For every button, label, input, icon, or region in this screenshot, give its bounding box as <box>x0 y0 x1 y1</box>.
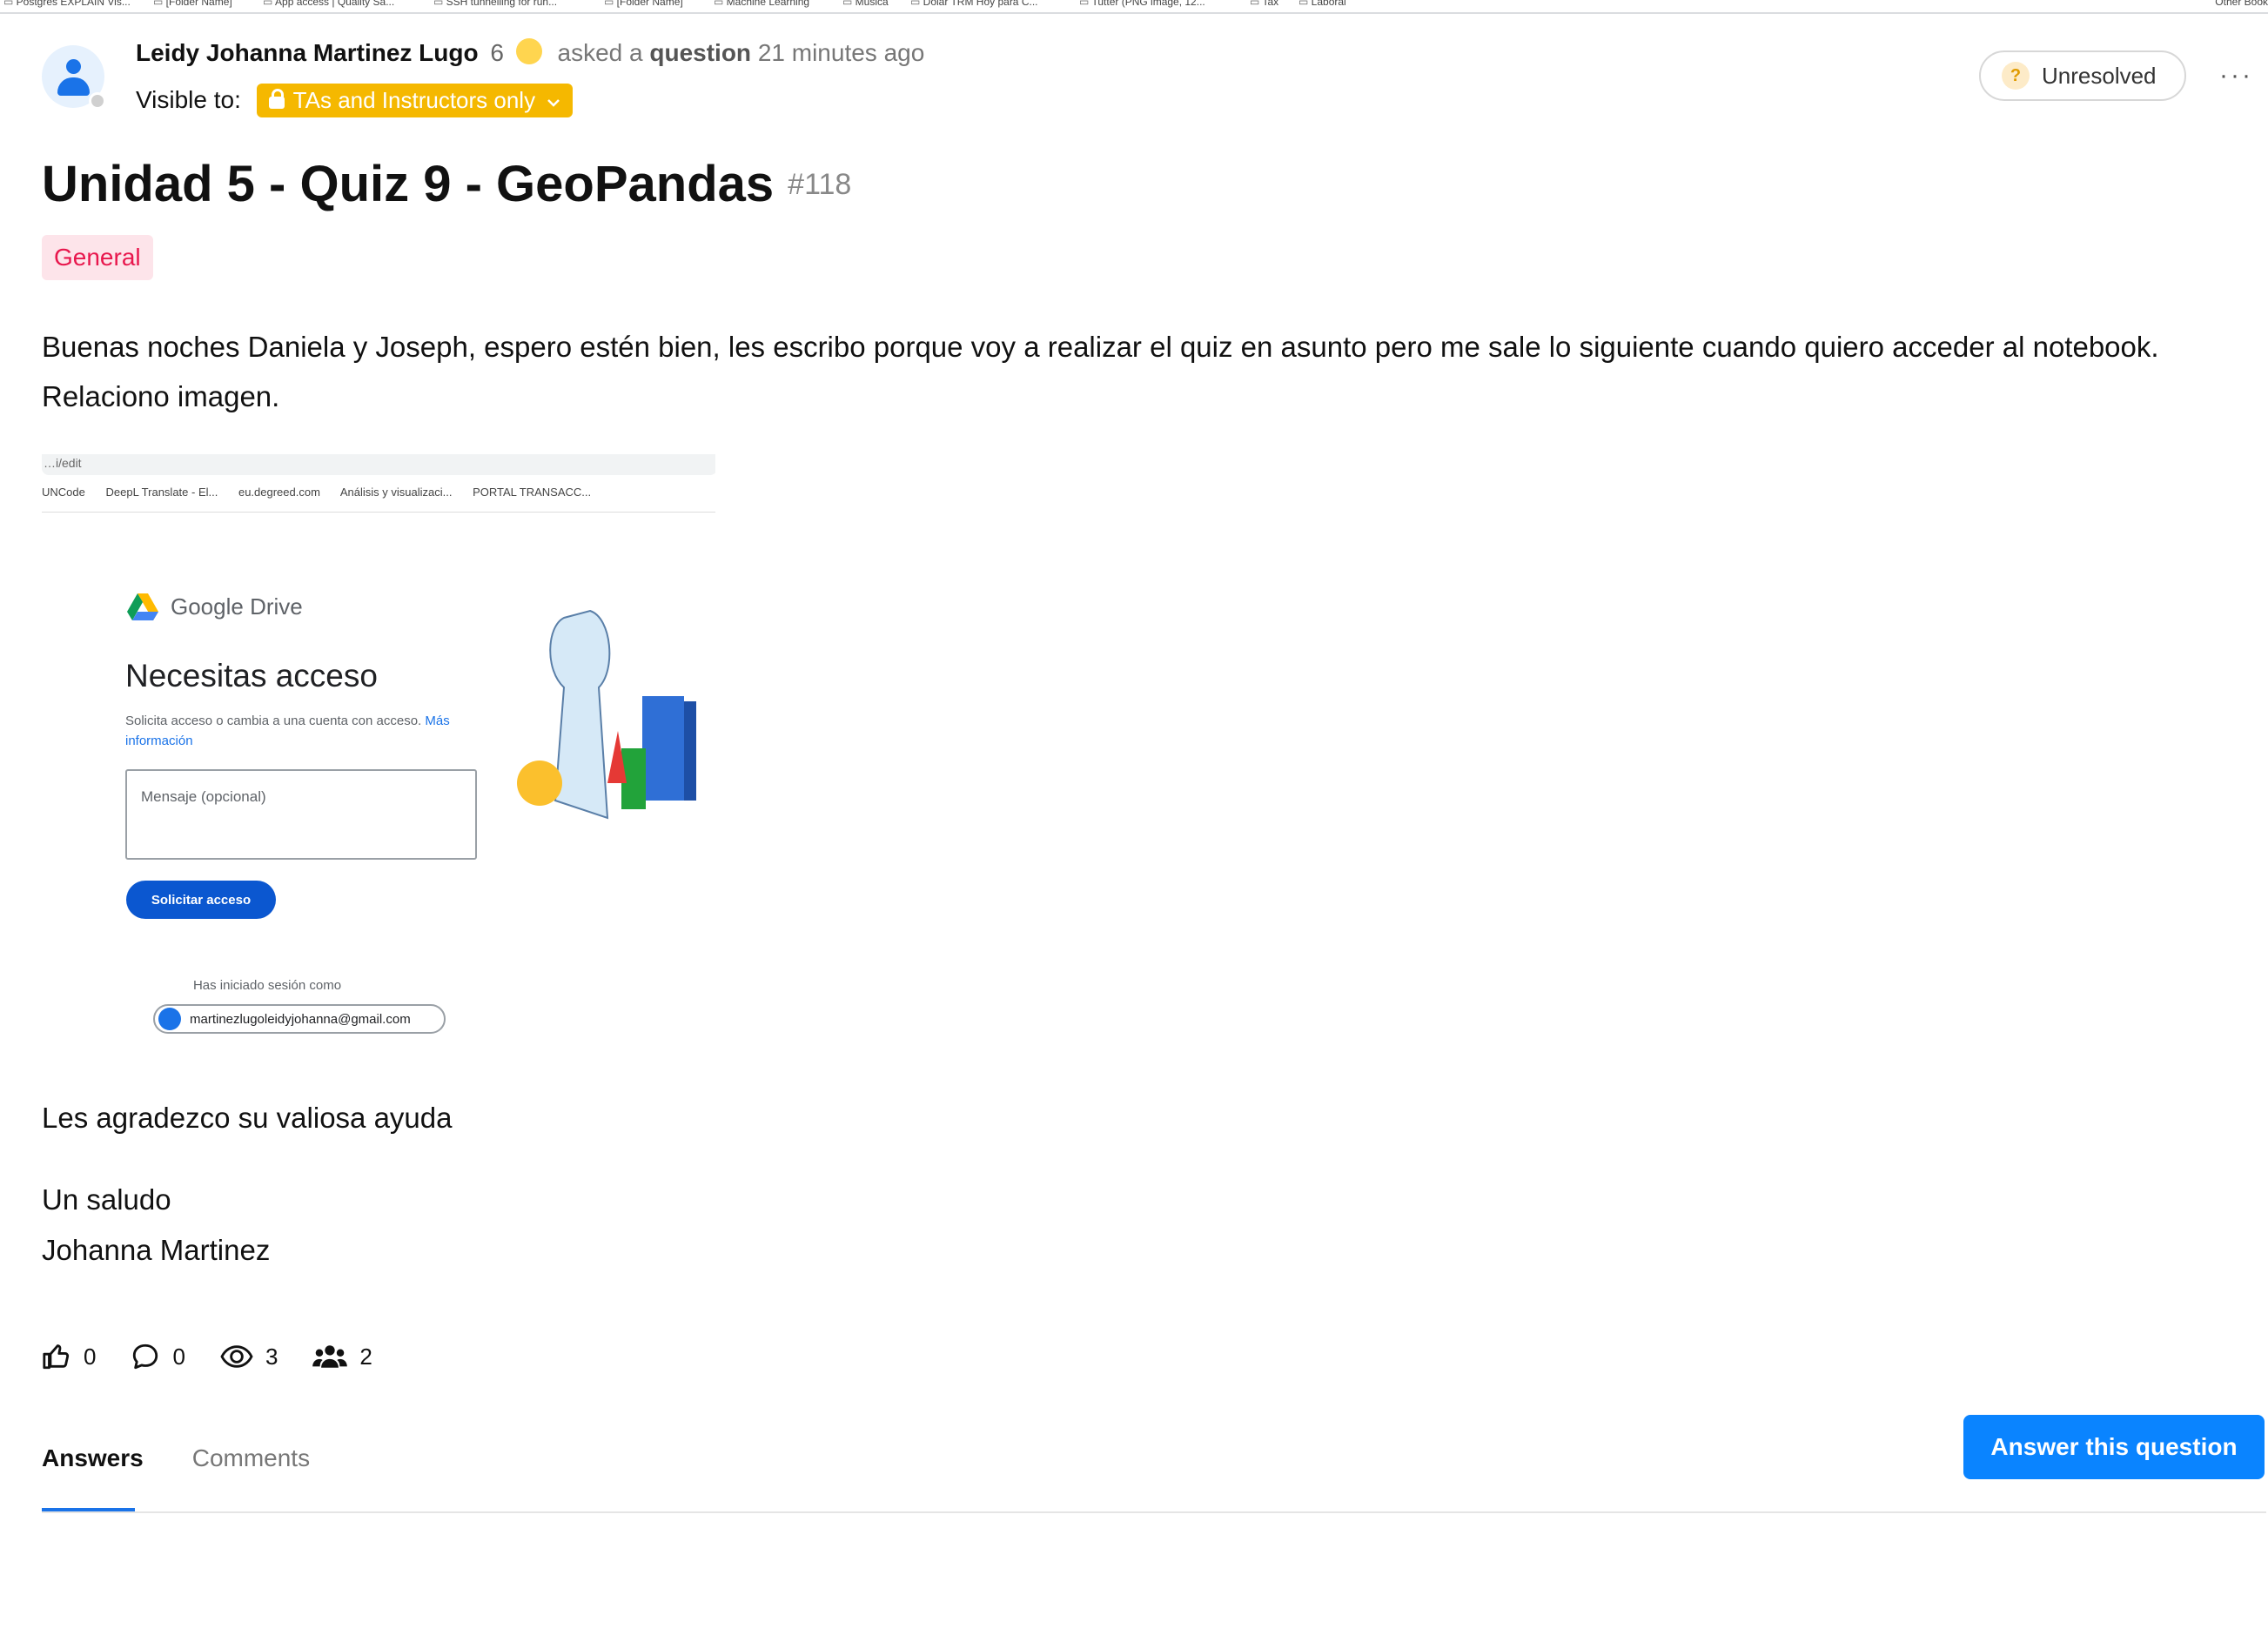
tabs-divider <box>42 1511 2266 1513</box>
post-number: #118 <box>788 168 852 201</box>
post-title: Unidad 5 - Quiz 9 - GeoPandas <box>42 156 775 212</box>
post-time: 21 minutes ago <box>757 39 925 66</box>
more-options-icon[interactable]: ··· <box>2219 61 2253 90</box>
bookmark-item[interactable]: Dolar TRM Hoy para C... <box>910 0 1038 8</box>
bookmark-item[interactable]: Laboral <box>1298 0 1346 8</box>
post-body-paragraph: Buenas noches Daniela y Joseph, espero e… <box>42 331 2159 412</box>
comment-bubble-icon <box>133 1344 158 1370</box>
other-bookmarks[interactable]: Other Book <box>2215 0 2268 8</box>
status-button[interactable]: ? Unresolved <box>1979 50 2186 101</box>
category-tag[interactable]: General <box>42 235 153 280</box>
comment-count: 0 <box>172 1343 185 1370</box>
bookmark-item[interactable]: Tax <box>1250 0 1278 8</box>
message-field: Mensaje (opcional) <box>125 769 477 860</box>
embedded-image[interactable]: …i/edit UNCode DeepL Translate - El... e… <box>42 452 715 1044</box>
avatar[interactable] <box>42 45 106 110</box>
request-access-button: Solicitar acceso <box>126 881 276 919</box>
visibility-label: Visible to: <box>136 86 241 113</box>
presence-indicator <box>89 92 106 110</box>
embedded-bookmarks: UNCode DeepL Translate - El... eu.degree… <box>42 486 715 513</box>
access-heading: Necesitas acceso <box>125 658 378 694</box>
embedded-bookmark: UNCode <box>42 486 85 499</box>
bookmark-item[interactable]: [Folder Name] <box>604 0 683 8</box>
user-icon <box>66 59 81 74</box>
google-drive-icon <box>127 593 158 620</box>
like-stat[interactable]: 0 <box>42 1342 96 1371</box>
comment-stat[interactable]: 0 <box>131 1342 185 1371</box>
account-icon <box>158 1008 181 1030</box>
eye-icon <box>220 1345 253 1368</box>
bookmark-item[interactable]: Postgres EXPLAIN Vis... <box>3 0 131 8</box>
signed-in-label: Has iniciado sesión como <box>192 978 342 993</box>
question-word: question <box>649 39 752 66</box>
chick-badge-icon <box>515 38 542 64</box>
drive-brand: Google Drive <box>171 593 303 620</box>
tab-comments[interactable]: Comments <box>192 1444 310 1472</box>
keyhole-illustration <box>517 609 696 820</box>
visibility-row: Visible to: TAs and Instructors only <box>136 84 574 117</box>
access-subtitle: Solicita acceso o cambia a una cuenta co… <box>125 714 450 748</box>
bookmarks-bar: Postgres EXPLAIN Vis... [Folder Name] Ap… <box>0 0 2268 14</box>
post-stats: 0 0 3 2 <box>42 1342 407 1371</box>
account-chip: martinezlugoleidyjohanna@gmail.com <box>153 1004 446 1034</box>
view-count: 3 <box>265 1343 278 1370</box>
post-body-paragraph: Les agradezco su valiosa ayuda <box>42 1102 453 1134</box>
people-icon <box>312 1345 348 1368</box>
author-name[interactable]: Leidy Johanna Martinez Lugo <box>136 39 479 66</box>
post-meta: Leidy Johanna Martinez Lugo 6 asked a qu… <box>136 38 924 67</box>
author-karma: 6 <box>490 39 504 66</box>
visibility-value: TAs and Instructors only <box>292 87 536 113</box>
bookmark-item[interactable]: SSH tunnelling for run... <box>433 0 557 8</box>
view-stat: 3 <box>220 1342 278 1371</box>
bookmark-item[interactable]: Musica <box>842 0 889 8</box>
embedded-url-bar: …i/edit <box>42 454 715 475</box>
bookmark-item[interactable]: App access | Quality Sa... <box>263 0 394 8</box>
visibility-dropdown[interactable]: TAs and Instructors only <box>256 84 574 117</box>
embedded-bookmark: Análisis y visualizaci... <box>339 486 453 499</box>
post-body-paragraph: Johanna Martinez <box>42 1234 271 1266</box>
thumbs-up-icon <box>43 1344 70 1370</box>
embedded-bookmark: PORTAL TRANSACC... <box>473 486 592 499</box>
question-mark-icon: ? <box>2002 62 2030 90</box>
tab-answers[interactable]: Answers <box>42 1444 144 1472</box>
bookmark-item[interactable]: Tutter (PNG image, 12... <box>1079 0 1204 8</box>
asked-text: asked a <box>557 39 643 66</box>
page-title: Unidad 5 - Quiz 9 - GeoPandas #118 <box>42 155 851 213</box>
embedded-bookmark: DeepL Translate - El... <box>105 486 218 499</box>
answer-tabs: Answers Comments <box>42 1444 310 1472</box>
bookmark-item[interactable]: Machine Learning <box>714 0 809 8</box>
lock-icon <box>268 89 285 109</box>
post-body-paragraph: Un saludo <box>42 1183 171 1216</box>
bookmark-item[interactable]: [Folder Name] <box>153 0 232 8</box>
account-email: martinezlugoleidyjohanna@gmail.com <box>190 1011 411 1027</box>
participant-count: 2 <box>359 1343 372 1370</box>
participants-stat: 2 <box>312 1342 372 1371</box>
like-count: 0 <box>84 1343 97 1370</box>
chevron-down-icon <box>547 99 560 107</box>
answer-question-button[interactable]: Answer this question <box>1963 1415 2265 1479</box>
status-label: Unresolved <box>2042 62 2157 89</box>
embedded-bookmark: eu.degreed.com <box>238 486 320 499</box>
